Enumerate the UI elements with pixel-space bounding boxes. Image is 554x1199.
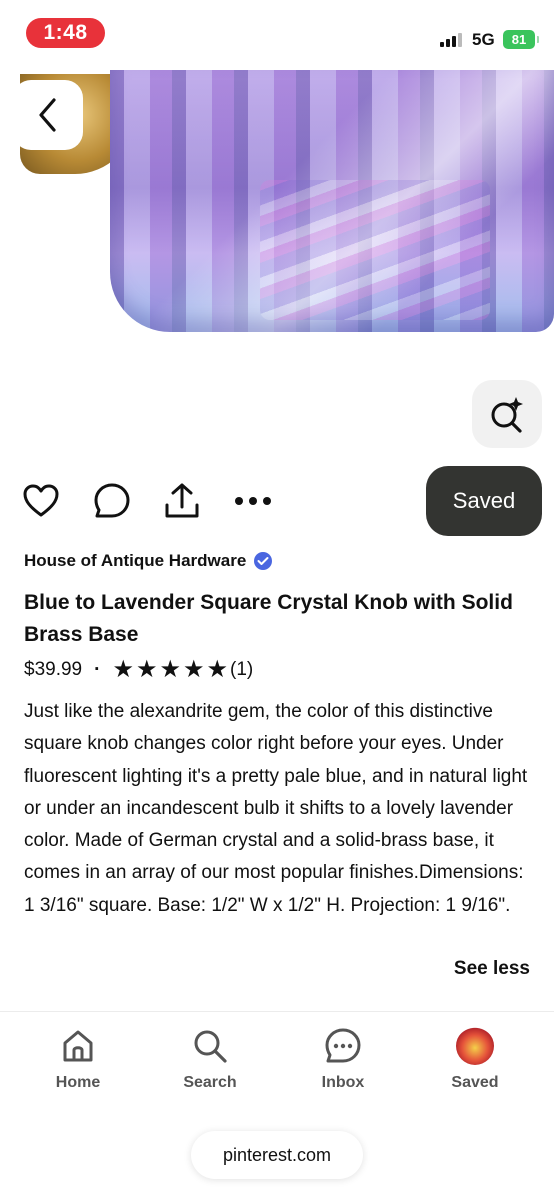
nav-label: Saved: [451, 1074, 499, 1091]
price: $39.99: [24, 659, 83, 680]
star-icon: ★: [135, 656, 158, 683]
star-icon: ★: [183, 656, 205, 683]
star-icon: ★: [112, 656, 134, 683]
nav-label: Search: [183, 1074, 237, 1091]
see-less-link[interactable]: See less: [454, 958, 530, 980]
more-icon[interactable]: [233, 481, 273, 521]
verified-badge-icon: [254, 552, 273, 570]
star-icon: ★: [159, 656, 181, 683]
bottom-nav: Home Search Inbox Saved: [0, 1020, 554, 1100]
pin-description: Just like the alexandrite gem, the color…: [24, 701, 528, 916]
rating-stars[interactable]: ★ ★ ★ ★ ★: [112, 658, 228, 682]
rating-count[interactable]: (1): [230, 659, 253, 681]
nav-search[interactable]: Search: [160, 1026, 260, 1092]
nav-inbox[interactable]: Inbox: [293, 1026, 393, 1092]
inbox-icon: [323, 1026, 363, 1066]
nav-label: Home: [55, 1074, 101, 1091]
price-rating-row: $39.99 · ★ ★ ★ ★ ★ (1): [24, 656, 253, 684]
saved-button[interactable]: Saved: [426, 466, 542, 536]
nav-label: Inbox: [321, 1074, 365, 1091]
profile-avatar: [456, 1027, 494, 1065]
pin-image[interactable]: [0, 70, 554, 460]
visual-search-icon: [491, 397, 523, 433]
divider: [0, 1011, 554, 1012]
battery-level: 81: [511, 32, 527, 47]
chevron-left-icon: [39, 98, 56, 132]
home-icon: [58, 1026, 98, 1066]
signal-icon: [440, 33, 464, 47]
browser-url-pill[interactable]: pinterest.com: [191, 1131, 363, 1179]
network-type: 5G: [472, 30, 495, 49]
status-time[interactable]: 1:48: [26, 18, 105, 48]
crystal-knob-graphic: [110, 70, 554, 332]
seller-name[interactable]: House of Antique Hardware: [24, 551, 246, 571]
status-bar: 1:48 5G 81: [0, 0, 554, 70]
back-button[interactable]: [13, 80, 83, 150]
pin-title: Blue to Lavender Square Crystal Knob wit…: [24, 591, 513, 646]
seller-row[interactable]: House of Antique Hardware: [24, 548, 273, 574]
separator: ·: [94, 659, 101, 680]
battery-icon: 81: [503, 30, 539, 49]
nav-home[interactable]: Home: [28, 1026, 128, 1092]
action-bar: Saved: [0, 466, 554, 536]
share-icon[interactable]: [162, 481, 202, 521]
nav-saved[interactable]: Saved: [425, 1026, 525, 1092]
search-icon: [190, 1026, 230, 1066]
visual-search-button[interactable]: [472, 380, 542, 448]
comment-icon[interactable]: [92, 481, 132, 521]
heart-icon[interactable]: [21, 481, 61, 521]
star-icon: ★: [206, 656, 229, 683]
